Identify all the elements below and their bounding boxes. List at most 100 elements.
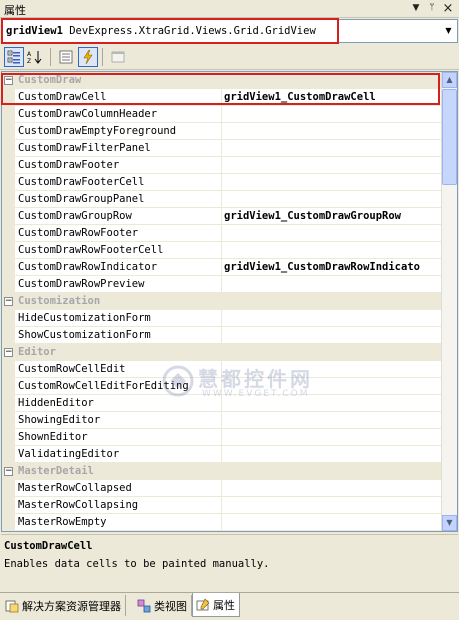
svg-text:A: A: [27, 51, 32, 58]
events-button[interactable]: [78, 47, 98, 67]
property-pages-button[interactable]: [108, 47, 128, 67]
event-row[interactable]: MasterRowCollapsed: [2, 480, 443, 497]
row-gutter: [2, 514, 15, 531]
event-name: ShowCustomizationForm: [18, 329, 151, 341]
column-divider: [221, 310, 222, 327]
category-name: Customization: [18, 295, 101, 307]
row-gutter: [2, 123, 15, 140]
row-gutter: [2, 412, 15, 429]
tab-label: 属性: [213, 598, 235, 612]
event-row[interactable]: ShowingEditor: [2, 412, 443, 429]
collapse-toggle-icon[interactable]: −: [4, 76, 13, 85]
row-gutter: [2, 327, 15, 344]
event-row[interactable]: CustomDrawCell gridView1_CustomDrawCell: [2, 89, 443, 106]
scrollbar-thumb[interactable]: [442, 89, 457, 185]
row-gutter: [2, 157, 15, 174]
collapse-toggle-icon[interactable]: −: [4, 467, 13, 476]
row-gutter: [2, 480, 15, 497]
event-name: CustomDrawEmptyForeground: [18, 125, 177, 137]
event-name: MasterRowEmpty: [18, 516, 107, 528]
event-row[interactable]: HiddenEditor: [2, 395, 443, 412]
event-row[interactable]: CustomDrawFooter: [2, 157, 443, 174]
event-name: CustomDrawRowPreview: [18, 278, 145, 290]
category-name: MasterDetail: [18, 465, 94, 477]
column-divider: [221, 497, 222, 514]
event-name: CustomDrawRowIndicator: [18, 261, 158, 273]
column-divider: [221, 395, 222, 412]
event-row[interactable]: CustomDrawGroupRow gridView1_CustomDrawGr…: [2, 208, 443, 225]
property-grid: − CustomDraw CustomDrawCell gridView1_Custo…: [1, 71, 458, 532]
class-view-icon: [137, 599, 151, 612]
event-row[interactable]: ShownEditor: [2, 429, 443, 446]
row-gutter: [2, 259, 15, 276]
category-row[interactable]: − MasterDetail: [2, 463, 443, 480]
properties-toolbar: A Z: [0, 44, 459, 70]
scroll-up-icon[interactable]: ▲: [442, 72, 457, 88]
tab-solution-explorer[interactable]: 解决方案资源管理器: [2, 595, 126, 616]
event-row[interactable]: CustomDrawRowIndicator gridView1_CustomDr…: [2, 259, 443, 276]
event-handler-value[interactable]: gridView1_CustomDrawCell: [224, 91, 443, 103]
collapse-toggle-icon[interactable]: −: [4, 297, 13, 306]
event-row[interactable]: CustomDrawFooterCell: [2, 174, 443, 191]
row-gutter: [2, 106, 15, 123]
row-gutter: [2, 242, 15, 259]
solution-explorer-icon: [5, 600, 19, 612]
row-gutter: [2, 395, 15, 412]
event-name: CustomDrawCell: [18, 91, 107, 103]
event-row[interactable]: CustomDrawGroupPanel: [2, 191, 443, 208]
event-handler-value[interactable]: gridView1_CustomDrawRowIndicato: [224, 261, 443, 273]
tab-properties[interactable]: 属性: [192, 593, 240, 617]
column-divider: [221, 276, 222, 293]
event-row[interactable]: CustomDrawRowFooter: [2, 225, 443, 242]
row-gutter: [2, 276, 15, 293]
event-handler-value[interactable]: gridView1_CustomDrawGroupRow: [224, 210, 443, 222]
object-selector-combobox[interactable]: gridView1 DevExpress.XtraGrid.Views.Grid…: [1, 19, 458, 43]
event-row[interactable]: CustomDrawEmptyForeground: [2, 123, 443, 140]
row-gutter: [2, 89, 15, 106]
category-row[interactable]: − Customization: [2, 293, 443, 310]
event-row[interactable]: MasterRowEmpty: [2, 514, 443, 531]
category-row[interactable]: − Editor: [2, 344, 443, 361]
row-gutter: [2, 208, 15, 225]
collapse-toggle-icon[interactable]: −: [4, 348, 13, 357]
tab-class-view[interactable]: 类视图: [134, 595, 192, 616]
column-divider: [221, 446, 222, 463]
event-row[interactable]: CustomDrawRowPreview: [2, 276, 443, 293]
event-row[interactable]: ValidatingEditor: [2, 446, 443, 463]
auto-hide-pin-icon[interactable]: ᛘ: [425, 1, 439, 16]
event-row[interactable]: MasterRowCollapsing: [2, 497, 443, 514]
event-name: CustomDrawRowFooterCell: [18, 244, 164, 256]
column-divider: [221, 242, 222, 259]
event-row[interactable]: CustomRowCellEdit: [2, 361, 443, 378]
event-row[interactable]: CustomDrawColumnHeader: [2, 106, 443, 123]
property-rows: − CustomDraw CustomDrawCell gridView1_Custo…: [2, 72, 443, 531]
column-divider: [221, 140, 222, 157]
alphabetical-button[interactable]: A Z: [25, 47, 45, 67]
event-row[interactable]: HideCustomizationForm: [2, 310, 443, 327]
chevron-down-icon[interactable]: ▼: [440, 20, 457, 42]
vertical-scrollbar[interactable]: ▲ ▼: [441, 72, 457, 531]
event-row[interactable]: ShowCustomizationForm: [2, 327, 443, 344]
event-name: MasterRowCollapsing: [18, 499, 139, 511]
category-row[interactable]: − CustomDraw: [2, 72, 443, 89]
properties-icon: [59, 50, 73, 64]
window-position-dropdown-icon[interactable]: ▼: [409, 1, 423, 16]
scroll-down-icon[interactable]: ▼: [442, 515, 457, 531]
event-row[interactable]: CustomDrawFilterPanel: [2, 140, 443, 157]
close-icon[interactable]: ×: [441, 1, 455, 16]
event-name: CustomDrawGroupPanel: [18, 193, 145, 205]
description-pane: CustomDrawCell Enables data cells to be …: [1, 534, 458, 590]
column-divider: [221, 480, 222, 497]
event-name: CustomDrawFilterPanel: [18, 142, 151, 154]
category-name: CustomDraw: [18, 74, 82, 86]
row-gutter: [2, 361, 15, 378]
column-divider: [221, 429, 222, 446]
row-gutter: [2, 497, 15, 514]
properties-button[interactable]: [56, 47, 76, 67]
event-row[interactable]: CustomDrawRowFooterCell: [2, 242, 443, 259]
event-name: CustomDrawGroupRow: [18, 210, 132, 222]
event-name: CustomDrawColumnHeader: [18, 108, 158, 120]
event-row[interactable]: CustomRowCellEditForEditing: [2, 378, 443, 395]
categorized-button[interactable]: [4, 47, 24, 67]
category-name: Editor: [18, 346, 56, 358]
